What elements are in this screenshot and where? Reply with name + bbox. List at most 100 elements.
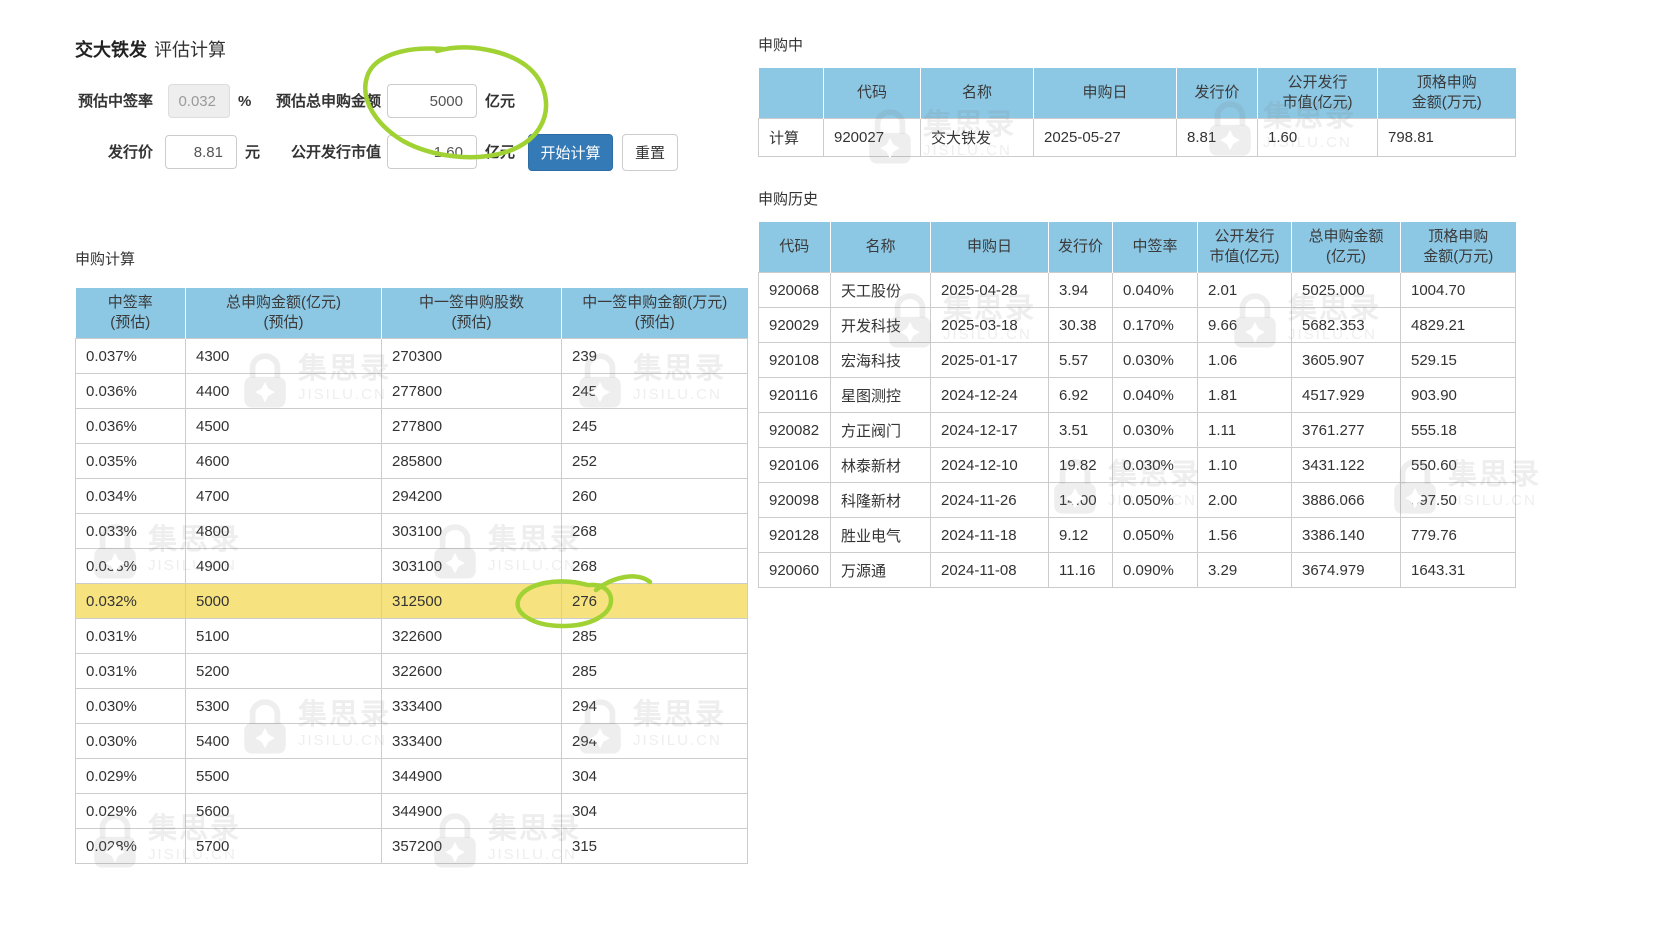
est-win-rate-unit: %: [238, 83, 251, 120]
data-cell: 294: [562, 724, 748, 759]
link-cell[interactable]: 计算: [759, 119, 824, 157]
link-cell[interactable]: 920060: [759, 553, 831, 588]
page-title-suffix: 评估计算: [154, 40, 226, 60]
link-cell[interactable]: 920116: [759, 378, 831, 413]
table-row: 0.029%5600344900304: [76, 794, 748, 829]
form-row-1: 预估中签率 % 预估总申购金额 亿元: [75, 83, 747, 120]
data-cell: 3674.979: [1292, 553, 1401, 588]
data-cell: 科隆新材: [831, 483, 931, 518]
table-row: 920029开发科技2025-03-1830.380.170%9.665682.…: [759, 308, 1516, 343]
header-row: 代码名称申购日发行价公开发行 市值(亿元)顶格申购 金额(万元): [759, 68, 1516, 119]
link-cell[interactable]: 920098: [759, 483, 831, 518]
table-row: 0.036%4400277800245: [76, 374, 748, 409]
data-cell: 2025-01-17: [931, 343, 1049, 378]
data-cell: 4400: [186, 374, 382, 409]
data-cell: 0.050%: [1113, 483, 1198, 518]
data-cell: 3.29: [1198, 553, 1292, 588]
data-cell: 260: [562, 479, 748, 514]
data-cell: 5000: [186, 584, 382, 619]
data-cell: 285: [562, 654, 748, 689]
table-row: 0.036%4500277800245: [76, 409, 748, 444]
data-cell: 0.033%: [76, 549, 186, 584]
data-cell: 0.040%: [1113, 378, 1198, 413]
page: 交大铁发 评估计算 预估中签率 % 预估总申购金额 亿元 发行价 元 公开发行市值…: [0, 0, 1670, 952]
public-cap-unit: 亿元: [485, 134, 515, 171]
link-cell[interactable]: 920082: [759, 413, 831, 448]
data-cell: 0.031%: [76, 619, 186, 654]
column-header: 名称: [921, 68, 1034, 119]
data-cell: 交大铁发: [921, 119, 1034, 157]
data-cell: 312500: [382, 584, 562, 619]
data-cell: 276: [562, 584, 748, 619]
data-cell: 5200: [186, 654, 382, 689]
data-cell: 322600: [382, 654, 562, 689]
data-cell: 1.81: [1198, 378, 1292, 413]
table-row: 0.033%4800303100268: [76, 514, 748, 549]
data-cell: 30.38: [1049, 308, 1113, 343]
data-cell: 2024-12-10: [931, 448, 1049, 483]
link-cell[interactable]: 920108: [759, 343, 831, 378]
data-cell: 方正阀门: [831, 413, 931, 448]
link-cell[interactable]: 920106: [759, 448, 831, 483]
column-header: 总申购金额(亿元) (预估): [186, 288, 382, 339]
data-cell: 303100: [382, 514, 562, 549]
data-cell: 4829.21: [1401, 308, 1516, 343]
data-cell: 344900: [382, 759, 562, 794]
data-cell: 0.030%: [76, 689, 186, 724]
public-cap-input[interactable]: [387, 135, 477, 169]
data-cell: 270300: [382, 339, 562, 374]
table-row: 920128胜业电气2024-11-189.120.050%1.563386.1…: [759, 518, 1516, 553]
data-cell: 0.031%: [76, 654, 186, 689]
data-cell: 268: [562, 514, 748, 549]
data-cell: 3605.907: [1292, 343, 1401, 378]
data-cell: 2.00: [1198, 483, 1292, 518]
link-cell[interactable]: 920029: [759, 308, 831, 343]
header-row: 中签率 (预估)总申购金额(亿元) (预估)中一签申购股数 (预估)中一签申购金…: [76, 288, 748, 339]
data-cell: 天工股份: [831, 273, 931, 308]
reset-button[interactable]: 重置: [622, 134, 678, 171]
data-cell: 3761.277: [1292, 413, 1401, 448]
data-cell: 0.034%: [76, 479, 186, 514]
column-header: 代码: [824, 68, 921, 119]
est-total-amount-input[interactable]: [387, 84, 477, 118]
data-cell: 277800: [382, 409, 562, 444]
column-header: 顶格申购 金额(万元): [1378, 68, 1516, 119]
data-cell: 5300: [186, 689, 382, 724]
table-row: 0.031%5100322600285: [76, 619, 748, 654]
data-cell: 1.60: [1258, 119, 1378, 157]
data-cell: 6.92: [1049, 378, 1113, 413]
form-row-2: 发行价 元 公开发行市值 亿元 开始计算 重置: [75, 134, 747, 171]
data-cell: 357200: [382, 829, 562, 864]
table-row: 920106林泰新材2024-12-1019.820.030%1.103431.…: [759, 448, 1516, 483]
issue-price-input[interactable]: [165, 135, 237, 169]
header-row: 代码名称申购日发行价中签率公开发行 市值(亿元)总申购金额 (亿元)顶格申购 金…: [759, 222, 1516, 273]
link-cell[interactable]: 920068: [759, 273, 831, 308]
column-header: 发行价: [1177, 68, 1258, 119]
data-cell: 5100: [186, 619, 382, 654]
column-header: 公开发行 市值(亿元): [1198, 222, 1292, 273]
history-section-title: 申购历史: [758, 188, 818, 209]
link-cell[interactable]: 920027: [824, 119, 921, 157]
data-cell: 0.035%: [76, 444, 186, 479]
data-cell: 2024-12-24: [931, 378, 1049, 413]
data-cell: 宏海科技: [831, 343, 931, 378]
data-cell: 903.90: [1401, 378, 1516, 413]
calculate-button[interactable]: 开始计算: [528, 134, 613, 171]
data-cell: 2025-03-18: [931, 308, 1049, 343]
data-cell: 2024-12-17: [931, 413, 1049, 448]
table-row: 920082方正阀门2024-12-173.510.030%1.113761.2…: [759, 413, 1516, 448]
data-cell: 268: [562, 549, 748, 584]
current-subscription-table: 代码名称申购日发行价公开发行 市值(亿元)顶格申购 金额(万元)计算920027…: [758, 68, 1516, 157]
data-cell: 5025.000: [1292, 273, 1401, 308]
calc-table: 中签率 (预估)总申购金额(亿元) (预估)中一签申购股数 (预估)中一签申购金…: [75, 288, 748, 864]
data-cell: 0.170%: [1113, 308, 1198, 343]
column-header: 发行价: [1049, 222, 1113, 273]
data-cell: 0.030%: [76, 724, 186, 759]
data-cell: 4800: [186, 514, 382, 549]
table-row: 0.035%4600285800252: [76, 444, 748, 479]
est-win-rate-input: [168, 84, 230, 118]
data-cell: 3.94: [1049, 273, 1113, 308]
link-cell[interactable]: 920128: [759, 518, 831, 553]
table-row: 0.037%4300270300239: [76, 339, 748, 374]
est-win-rate-label: 预估中签率: [75, 83, 153, 120]
